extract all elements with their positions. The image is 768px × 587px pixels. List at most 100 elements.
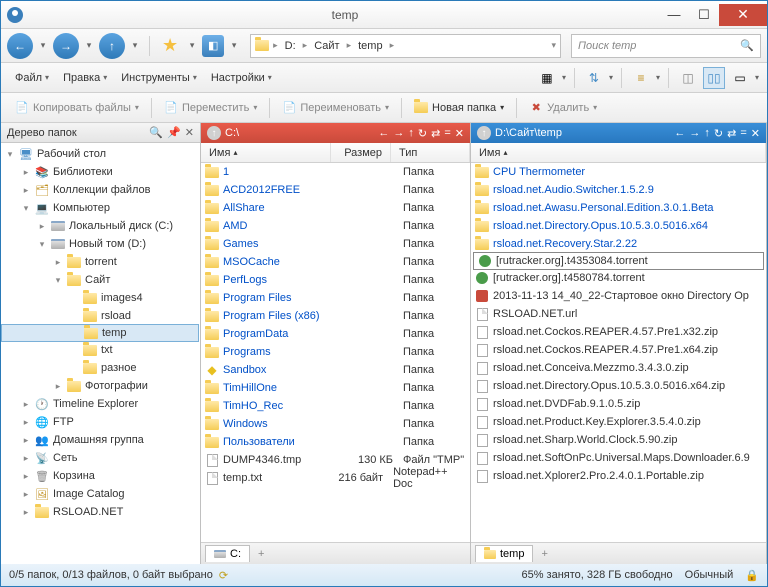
file-row[interactable]: rsload.net.Cockos.REAPER.4.57.Pre1.x32.z… [471,323,766,341]
favorites-menu-button[interactable]: ▾ [186,36,198,56]
tree-node[interactable]: ▸Локальный диск (C:) [1,217,200,235]
file-row[interactable]: rsload.net.DVDFab.9.1.0.5.zip [471,395,766,413]
tree-pin-icon[interactable]: 📌 [167,126,181,139]
tree-node[interactable]: ▸📚Библиотеки [1,163,200,181]
left-panel-header[interactable]: ↑ C:\ ←→↑↻⇄=✕ [201,123,470,143]
file-row[interactable]: ПользователиПапка [201,433,470,451]
left-tab[interactable]: C: [205,545,250,562]
breadcrumb[interactable]: ▸ D: ▸ Сайт ▸ temp ▸ ▾ [250,34,561,58]
menu-settings[interactable]: Настройки▾ [205,68,278,88]
favorites-icon[interactable]: ★ [162,35,178,56]
tree-node[interactable]: ▸Фотографии [1,377,200,395]
tree-node[interactable]: temp [1,324,199,342]
file-row[interactable]: AMDПапка [201,217,470,235]
right-new-tab-button[interactable]: + [537,548,551,560]
left-file-list[interactable]: 1ПапкаACD2012FREEПапкаAllShareПапкаAMDПа… [201,163,470,542]
copy-files-button[interactable]: 📄Копировать файлы▾ [9,97,145,119]
tree-node[interactable]: ▾💻Компьютер [1,199,200,217]
new-folder-button[interactable]: Новая папка▾ [408,97,510,119]
file-row[interactable]: ACD2012FREEПапка [201,181,470,199]
file-row[interactable]: WindowsПапка [201,415,470,433]
search-icon[interactable]: 🔍 [740,39,754,52]
file-row[interactable]: AllShareПапка [201,199,470,217]
file-row[interactable]: rsload.net.Audio.Switcher.1.5.2.9 [471,181,766,199]
minimize-button[interactable]: — [659,4,689,26]
file-row[interactable]: rsload.net.Cockos.REAPER.4.57.Pre1.x64.z… [471,341,766,359]
file-row[interactable]: rsload.net.Directory.Opus.10.5.3.0.5016.… [471,377,766,395]
tree-node[interactable]: ▸🕐Timeline Explorer [1,395,200,413]
tree-close-icon[interactable]: ✕ [185,126,194,139]
right-column-header[interactable]: Имя▴ [471,143,766,163]
file-row[interactable]: TimHO_RecПапка [201,397,470,415]
left-column-header[interactable]: Имя▴ Размер Тип [201,143,470,163]
preview-button[interactable]: ▭ [729,67,751,89]
tree-node[interactable]: ▸RSLOAD.NET [1,503,200,521]
file-row[interactable]: rsload.net.Product.Key.Explorer.3.5.4.0.… [471,413,766,431]
tree-node[interactable]: ▾Сайт [1,271,200,289]
right-panel-header[interactable]: ↑ D:\Сайт\temp ←→↑↻⇄=✕ [471,123,766,143]
tree-node[interactable]: ▸🌐FTP [1,413,200,431]
file-row[interactable]: Program Files (x86)Папка [201,307,470,325]
tree-node[interactable]: ▸🗑Корзина [1,467,200,485]
breadcrumb-dropdown-icon[interactable]: ▾ [551,40,556,51]
file-row[interactable]: RSLOAD.NET.url [471,305,766,323]
tree-node[interactable]: rsload [1,307,200,325]
recent-menu-button[interactable]: ▾ [228,36,240,56]
back-history-button[interactable]: ▾ [37,36,49,56]
maximize-button[interactable]: ☐ [689,4,719,26]
forward-button[interactable]: → [53,33,79,59]
file-row[interactable]: rsload.net.Directory.Opus.10.5.3.0.5016.… [471,217,766,235]
right-file-list[interactable]: CPU Thermometerrsload.net.Audio.Switcher… [471,163,766,542]
file-row[interactable]: Program FilesПапка [201,289,470,307]
file-row[interactable]: PerfLogsПапка [201,271,470,289]
search-input[interactable]: Поиск temp 🔍 [571,34,761,58]
breadcrumb-drive[interactable]: D: [282,38,299,54]
file-row[interactable]: rsload.net.Sharp.World.Clock.5.90.zip [471,431,766,449]
up-icon[interactable]: ↑ [207,126,221,140]
sort-button[interactable]: ⇅ [583,67,605,89]
file-row[interactable]: ProgramsПапка [201,343,470,361]
tree-node[interactable]: ▸🗂Коллекции файлов [1,181,200,199]
tree-node[interactable]: разное [1,359,200,377]
move-button[interactable]: 📄Переместить▾ [158,97,263,119]
right-tab[interactable]: temp [475,545,533,562]
group-button[interactable]: ≡ [630,67,652,89]
file-row[interactable]: rsload.net.Recovery.Star.2.22 [471,235,766,253]
file-row[interactable]: 1Папка [201,163,470,181]
back-button[interactable]: ← [7,33,33,59]
tree-node[interactable]: txt [1,341,200,359]
up-icon[interactable]: ↑ [477,126,491,140]
file-row[interactable]: MSOCacheПапка [201,253,470,271]
file-row[interactable]: rsload.net.Conceiva.Mezzmo.3.4.3.0.zip [471,359,766,377]
tree-node[interactable]: images4 [1,289,200,307]
file-row[interactable]: GamesПапка [201,235,470,253]
folder-tree[interactable]: ▾🖥Рабочий стол▸📚Библиотеки▸🗂Коллекции фа… [1,143,200,564]
status-lock-icon[interactable]: 🔒 [745,569,759,582]
file-row[interactable]: 2013-11-13 14_40_22-Стартовое окно Direc… [471,287,766,305]
tree-node[interactable]: ▸torrent [1,253,200,271]
tree-node[interactable]: ▾🖥Рабочий стол [1,145,200,163]
file-row[interactable]: TimHillOneПапка [201,379,470,397]
menu-tools[interactable]: Инструменты▾ [115,68,203,88]
breadcrumb-seg1[interactable]: Сайт [311,38,342,54]
file-row[interactable]: temp.txt216 байтNotepad++ Doc [201,469,470,487]
view-icons-button[interactable]: ▦ [536,67,558,89]
file-row[interactable]: [rutracker.org].t4353084.torrent [473,252,764,270]
tree-search-icon[interactable]: 🔍 [149,126,163,139]
up-button[interactable]: ↑ [99,33,125,59]
file-row[interactable]: rsload.net.Xplorer2.Pro.2.4.0.1.Portable… [471,467,766,485]
menu-edit[interactable]: Правка▾ [57,68,113,88]
file-row[interactable]: CPU Thermometer [471,163,766,181]
tree-toggle-button[interactable]: ◫ [677,67,699,89]
tree-node[interactable]: ▸🖼Image Catalog [1,485,200,503]
file-row[interactable]: rsload.net.SoftOnPc.Universal.Maps.Downl… [471,449,766,467]
rename-button[interactable]: 📄Переименовать▾ [276,97,395,119]
tree-node[interactable]: ▸📡Сеть [1,449,200,467]
left-new-tab-button[interactable]: + [254,548,268,560]
file-row[interactable]: ◆SandboxПапка [201,361,470,379]
up-history-button[interactable]: ▾ [129,36,141,56]
tree-node[interactable]: ▾Новый том (D:) [1,235,200,253]
dual-pane-button[interactable]: ▯▯ [703,67,725,89]
tree-node[interactable]: ▸👥Домашняя группа [1,431,200,449]
file-row[interactable]: rsload.net.Awasu.Personal.Edition.3.0.1.… [471,199,766,217]
